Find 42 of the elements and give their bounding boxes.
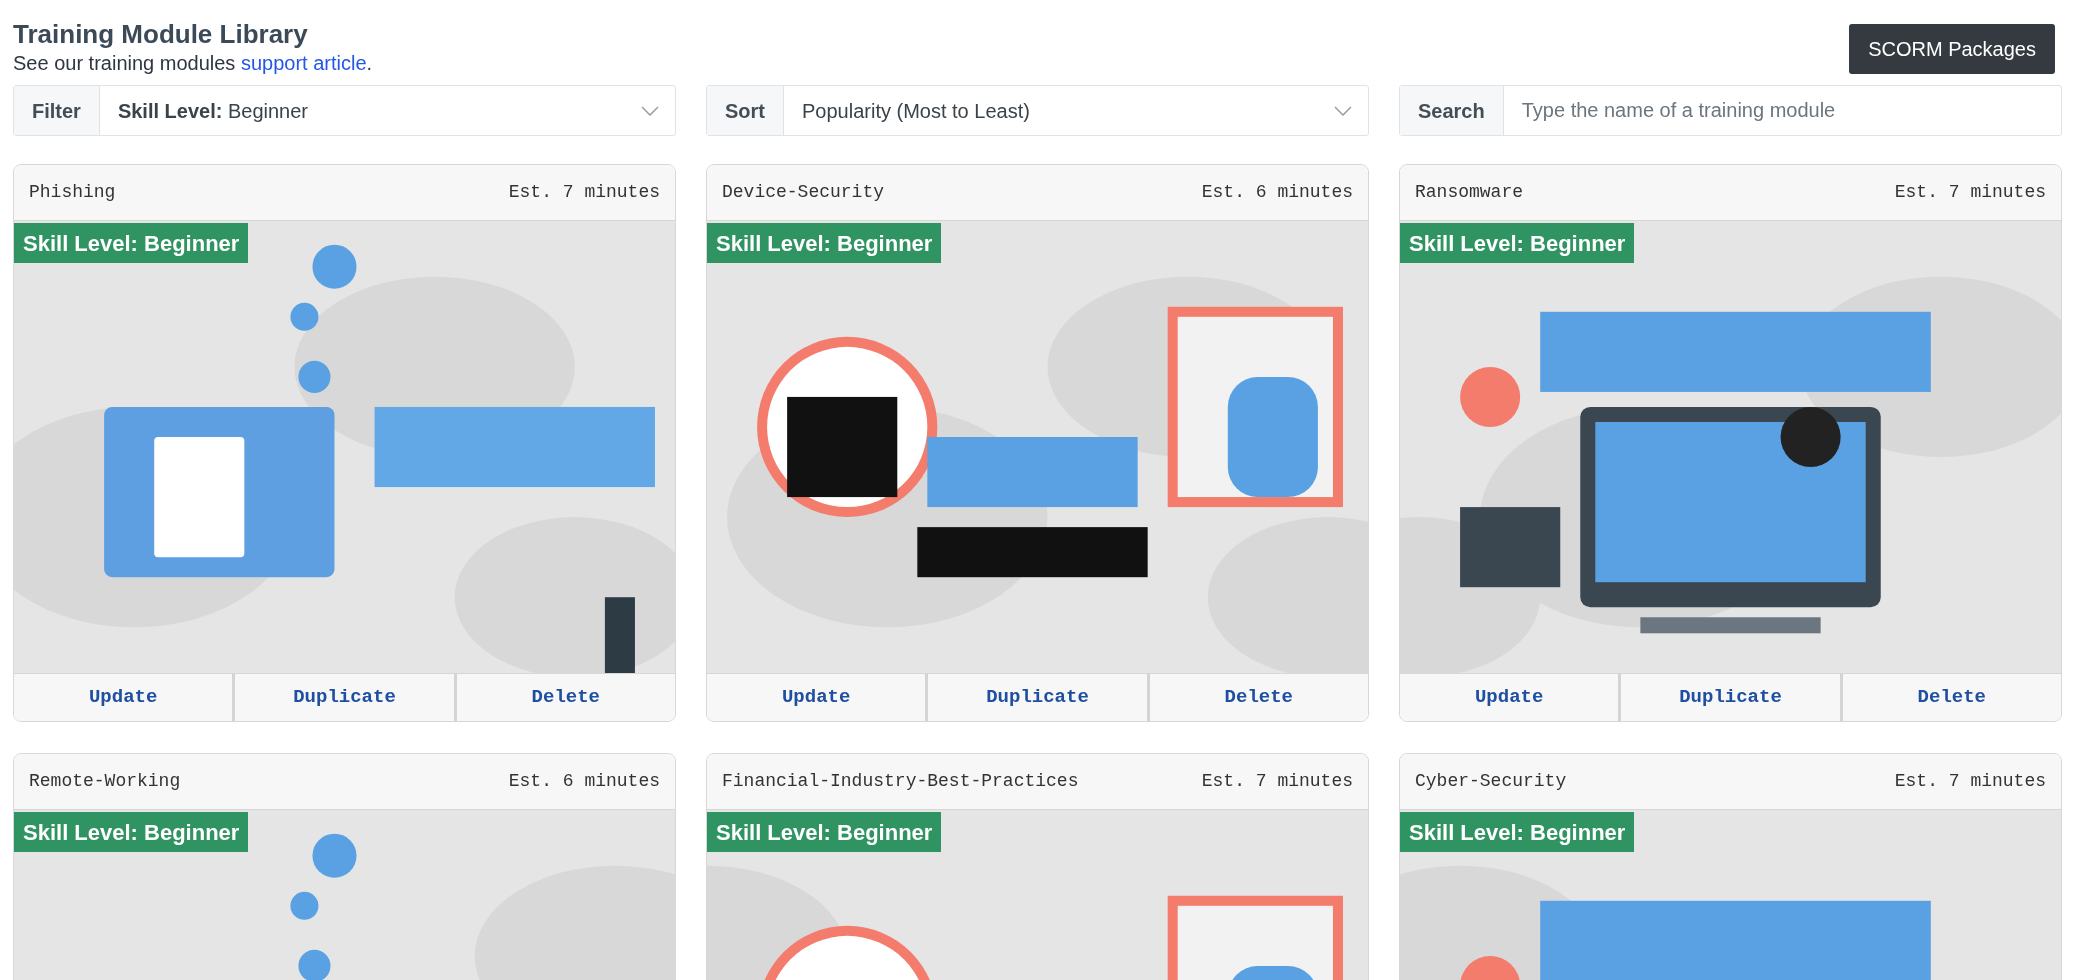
select-field[interactable]: Filter Skill Level: Beginner <box>13 85 676 136</box>
chevron-down-icon <box>1334 105 1352 116</box>
module-name: Ransomware <box>1415 181 1524 204</box>
duration: Est. 7 minutes <box>508 181 660 204</box>
action-button[interactable]: Update <box>707 674 926 721</box>
action-button[interactable]: Delete <box>1839 674 2061 721</box>
action-button[interactable]: Delete <box>453 674 675 721</box>
module-name: Financial-Industry-Best-Practices <box>722 770 1079 793</box>
module-name: Cyber-Security <box>1415 770 1567 793</box>
support-link[interactable]: support article <box>240 52 367 74</box>
module-name: Remote-Working <box>29 770 181 793</box>
search-bar[interactable]: Search Type the name of a training module <box>1399 85 2062 136</box>
skill-level-badge: Skill Level: Beginner <box>1400 223 1635 263</box>
action-button[interactable]: Update <box>14 674 233 721</box>
select-field[interactable]: Sort Popularity (Most to Least) <box>706 85 1369 136</box>
action-button[interactable]: Duplicate <box>232 674 454 721</box>
duration: Est. 7 minutes <box>1894 770 2046 793</box>
page-title: Training Module Library <box>13 18 309 50</box>
search-field[interactable]: Type the name of a training module <box>1503 86 2061 135</box>
action-button[interactable]: Duplicate <box>1618 674 1840 721</box>
field-label: Search <box>1400 86 1504 135</box>
skill-level-badge: Skill Level: Beginner <box>14 812 249 852</box>
skill-level-badge: Skill Level: Beginner <box>707 223 942 263</box>
duration: Est. 7 minutes <box>1201 770 1353 793</box>
scorm-packages-button[interactable]: SCORM Packages <box>1849 24 2055 74</box>
duration: Est. 6 minutes <box>508 770 660 793</box>
select-value: Skill Level: Beginner <box>116 98 310 124</box>
select-value: Popularity (Most to Least) <box>801 98 1031 124</box>
module-name: Phishing <box>29 181 116 204</box>
action-button[interactable]: Delete <box>1146 674 1368 721</box>
subtitle: See our training modules support article. <box>13 51 373 76</box>
action-button[interactable]: Duplicate <box>925 674 1147 721</box>
duration: Est. 7 minutes <box>1894 181 2046 204</box>
duration: Est. 6 minutes <box>1201 181 1353 204</box>
skill-level-badge: Skill Level: Beginner <box>1400 812 1635 852</box>
skill-level-badge: Skill Level: Beginner <box>14 223 249 263</box>
skill-level-badge: Skill Level: Beginner <box>707 812 942 852</box>
field-label: Filter <box>14 86 100 135</box>
module-name: Device-Security <box>722 181 885 204</box>
chevron-down-icon <box>641 105 659 116</box>
action-button[interactable]: Update <box>1400 674 1619 721</box>
field-label: Sort <box>707 86 784 135</box>
